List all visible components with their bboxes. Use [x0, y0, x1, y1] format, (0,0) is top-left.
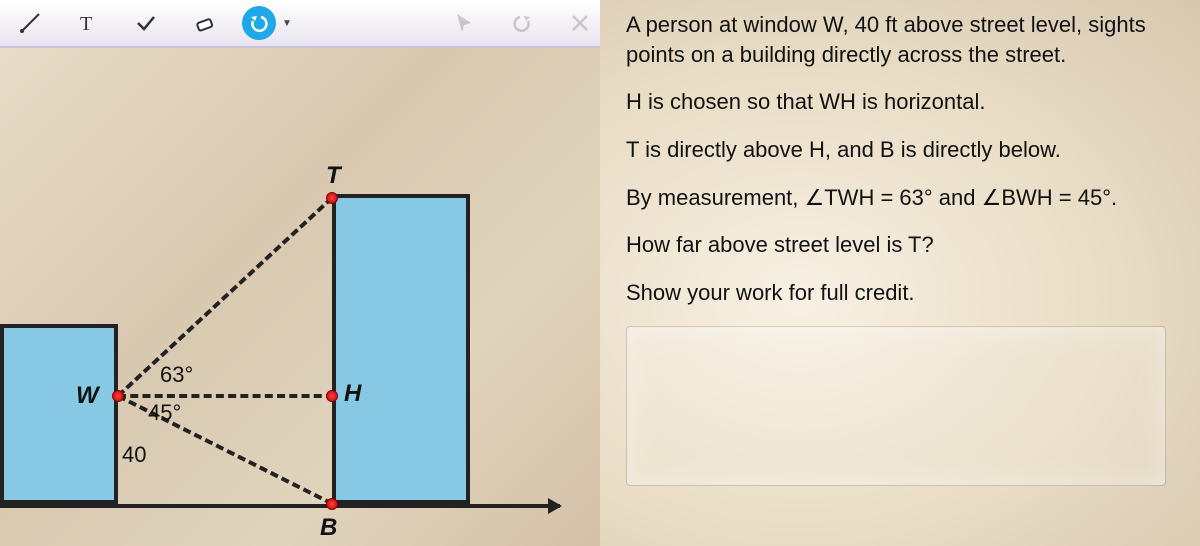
pointer-tool-icon[interactable] — [444, 5, 484, 41]
undo-button[interactable] — [242, 6, 276, 40]
edge-tool-icon[interactable] — [10, 5, 50, 41]
close-icon[interactable] — [560, 5, 600, 41]
redo-icon[interactable] — [502, 5, 542, 41]
segment-WT — [117, 196, 334, 397]
problem-line-2: H is chosen so that WH is horizontal. — [626, 87, 1182, 117]
label-B: B — [320, 514, 337, 542]
point-B — [326, 498, 338, 510]
label-W: W — [76, 382, 99, 410]
observer-building — [0, 324, 118, 504]
ground-line — [0, 504, 560, 508]
point-T — [326, 192, 338, 204]
eraser-tool-icon[interactable] — [184, 5, 224, 41]
problem-line-4: By measurement, ∠TWH = 63° and ∠BWH = 45… — [626, 183, 1182, 213]
problem-line-3: T is directly above H, and B is directly… — [626, 135, 1182, 165]
undo-dropdown-icon[interactable]: ▼ — [282, 18, 292, 29]
angle-top-label: 63° — [160, 362, 193, 388]
check-tool-icon[interactable] — [126, 5, 166, 41]
geometry-figure: T W H B 63° 45° 40 — [0, 48, 600, 546]
problem-line-5: How far above street level is T? — [626, 230, 1182, 260]
problem-line-1: A person at window W, 40 ft above street… — [626, 10, 1182, 69]
segment-WH — [118, 394, 334, 398]
toolbar: T ▼ — [0, 0, 600, 48]
svg-text:T: T — [80, 13, 92, 35]
angle-bottom-label: 45° — [148, 400, 181, 426]
label-H: H — [344, 380, 361, 408]
figure-panel: T W H B 63° 45° 40 — [0, 48, 600, 546]
text-tool-icon[interactable]: T — [68, 5, 108, 41]
height-40-label: 40 — [122, 442, 146, 468]
point-H — [326, 390, 338, 402]
problem-line-6: Show your work for full credit. — [626, 278, 1182, 308]
answer-input[interactable] — [626, 326, 1166, 486]
target-building — [332, 194, 470, 504]
label-T: T — [326, 162, 341, 190]
point-W — [112, 390, 124, 402]
problem-panel: A person at window W, 40 ft above street… — [600, 0, 1200, 546]
